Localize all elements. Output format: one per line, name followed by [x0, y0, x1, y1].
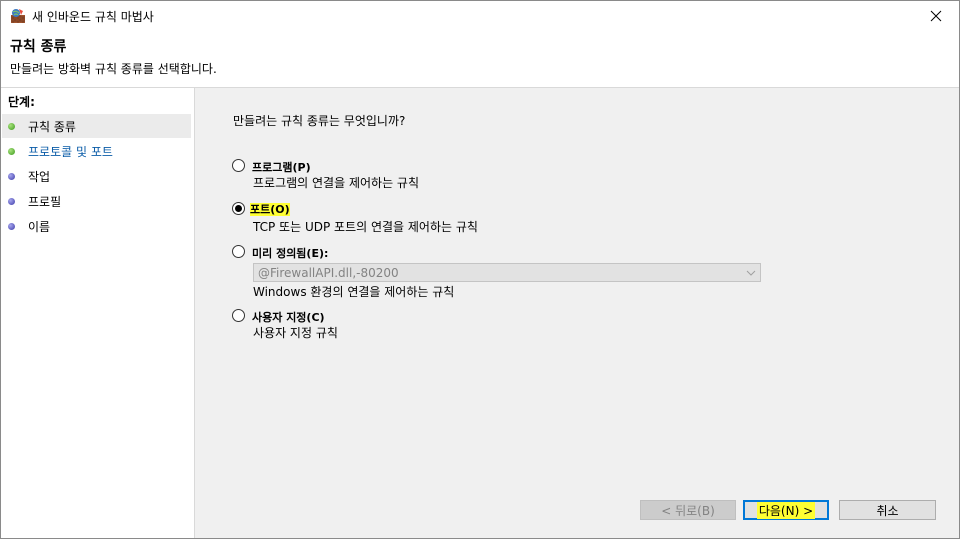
next-button[interactable]: 다음(N) >	[743, 500, 829, 520]
step-action[interactable]: 작업	[2, 164, 191, 188]
next-button-label: 다음(N) >	[756, 501, 816, 519]
back-button[interactable]: < 뒤로(B)	[640, 500, 736, 520]
page-title: 규칙 종류	[10, 39, 67, 55]
step-label: 작업	[28, 170, 51, 184]
option-port-description: TCP 또는 UDP 포트의 연결을 제어하는 규칙	[253, 220, 478, 234]
predefined-rule-value: @FirewallAPI.dll,-80200	[258, 266, 399, 280]
step-protocol-and-ports[interactable]: 프로토콜 및 포트	[2, 139, 191, 163]
radio-program[interactable]	[232, 159, 245, 172]
step-profile[interactable]: 프로필	[2, 189, 191, 213]
step-label: 규칙 종류	[28, 120, 76, 134]
option-predefined-description: Windows 환경의 연결을 제어하는 규칙	[253, 285, 455, 299]
close-icon	[930, 10, 942, 22]
step-status-icon	[8, 198, 15, 205]
cancel-button-label: 취소	[876, 503, 899, 518]
close-button[interactable]	[913, 1, 959, 31]
step-label: 프로토콜 및 포트	[28, 145, 113, 159]
cancel-button[interactable]: 취소	[839, 500, 936, 520]
option-program-label[interactable]: 프로그램(P)	[252, 159, 311, 175]
step-status-icon	[8, 148, 15, 155]
steps-heading: 단계:	[8, 95, 35, 109]
step-status-icon	[8, 223, 15, 230]
steps-panel: 단계: 규칙 종류 프로토콜 및 포트 작업 프로필 이름	[1, 88, 195, 538]
option-port-label[interactable]: 포트(O)	[250, 201, 290, 217]
page-description: 만들려는 방화벽 규칙 종류를 선택합니다.	[10, 62, 217, 76]
step-status-icon	[8, 123, 15, 130]
content-area: 만들려는 규칙 종류는 무엇입니까? 프로그램(P) 프로그램의 연결을 제어하…	[196, 88, 959, 538]
radio-custom[interactable]	[232, 309, 245, 322]
step-label: 이름	[28, 220, 51, 234]
firewall-app-icon	[11, 9, 25, 23]
title-bar: 새 인바운드 규칙 마법사	[1, 1, 959, 31]
option-port-label-text: 포트(O)	[250, 203, 290, 216]
step-label: 프로필	[28, 195, 62, 209]
option-custom-label[interactable]: 사용자 지정(C)	[252, 309, 325, 325]
predefined-rule-select[interactable]: @FirewallAPI.dll,-80200	[253, 263, 761, 282]
option-predefined-label[interactable]: 미리 정의됨(E):	[252, 245, 328, 261]
step-name[interactable]: 이름	[2, 214, 191, 238]
page-header: 규칙 종류 만들려는 방화벽 규칙 종류를 선택합니다.	[1, 31, 959, 88]
step-status-icon	[8, 173, 15, 180]
option-custom-description: 사용자 지정 규칙	[253, 326, 338, 340]
window-title: 새 인바운드 규칙 마법사	[32, 10, 154, 24]
option-program-description: 프로그램의 연결을 제어하는 규칙	[253, 176, 420, 190]
chevron-down-icon	[746, 270, 756, 276]
rule-type-question: 만들려는 규칙 종류는 무엇입니까?	[233, 114, 406, 128]
radio-predefined[interactable]	[232, 245, 245, 258]
wizard-window: 새 인바운드 규칙 마법사 규칙 종류 만들려는 방화벽 규칙 종류를 선택합니…	[0, 0, 960, 539]
back-button-label: < 뒤로(B)	[661, 503, 715, 518]
radio-port[interactable]	[232, 202, 245, 215]
step-rule-type[interactable]: 규칙 종류	[2, 114, 191, 138]
